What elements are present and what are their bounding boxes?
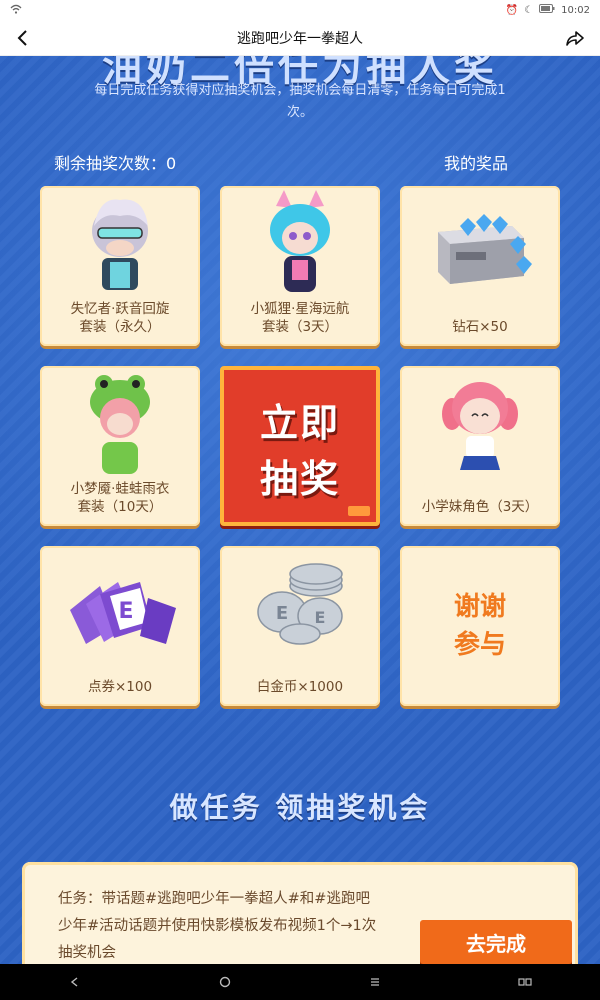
svg-text:E: E	[315, 608, 326, 627]
prize-label: 点券×100	[87, 679, 153, 695]
prize-card: 失忆者·跃音回旋 套装（永久）	[40, 186, 200, 346]
prize-card: E 点券×100	[40, 546, 200, 706]
task-description: 任务：带话题#逃跑吧少年一拳超人#和#逃跑吧少年#活动话题并使用快影模板发布视频…	[58, 891, 377, 961]
prize-card: 钻石×50	[400, 186, 560, 346]
platinum-coin-icon: E E	[220, 546, 380, 661]
task-card: 任务：带话题#逃跑吧少年一拳超人#和#逃跑吧少年#活动话题并使用快影模板发布视频…	[22, 862, 578, 964]
prize-card: 小狐狸·星海远航 套装（3天）	[220, 186, 380, 346]
back-icon[interactable]	[55, 964, 95, 1000]
alarm-icon: ⏰	[505, 4, 519, 16]
prize-card: E E 白金币×1000	[220, 546, 380, 706]
status-time: 10:02	[561, 4, 590, 16]
prize-label: 失忆者·跃音回旋 套装（永久）	[70, 301, 170, 335]
remaining-draws: 剩余抽奖次数：0	[54, 150, 176, 174]
prize-card: 小学妹角色（3天）	[400, 366, 560, 526]
nav-bar: 逃跑吧少年一拳超人	[0, 20, 600, 56]
prize-card: 小梦魇·蛙蛙雨衣 套装（10天）	[40, 366, 200, 526]
draw-now-button[interactable]: 立即 抽奖	[220, 366, 380, 526]
status-bar: ⏰ ☾ 10:02	[0, 0, 600, 20]
svg-text:E: E	[276, 603, 288, 624]
banner-description: 每日完成任务获得对应抽奖机会，抽奖机会每日清零，任务每日可完成1次。	[94, 83, 506, 120]
back-arrow-icon[interactable]	[12, 27, 34, 49]
diamond-box-icon	[400, 186, 560, 301]
remaining-label: 剩余抽奖次数：	[54, 154, 167, 173]
main-content: 油奶二倍任为抽人奖 每日完成任务获得对应抽奖机会，抽奖机会每日清零，任务每日可完…	[0, 56, 600, 964]
task-section-title: 做任务 领抽奖机会	[169, 791, 431, 824]
home-icon[interactable]	[205, 964, 245, 1000]
complete-task-button[interactable]: 去完成	[420, 920, 572, 964]
draw-badge-icon	[348, 506, 370, 516]
character-avatar-icon	[400, 366, 560, 481]
thanks-line: 参与	[453, 630, 506, 660]
my-prizes-link[interactable]: 我的奖品	[444, 150, 508, 174]
recent-apps-icon[interactable]	[505, 964, 545, 1000]
svg-text:E: E	[118, 599, 133, 624]
prize-label: 白金币×1000	[256, 679, 344, 695]
thanks-card: 谢谢 参与	[400, 546, 560, 706]
moon-icon: ☾	[524, 4, 534, 16]
thanks-line: 谢谢	[453, 592, 506, 622]
prize-label: 钻石×50	[452, 319, 508, 335]
character-avatar-icon	[220, 186, 380, 301]
prize-label: 小梦魇·蛙蛙雨衣 套装（10天）	[70, 481, 170, 515]
wifi-icon	[10, 4, 22, 17]
remaining-count: 0	[166, 154, 177, 173]
character-avatar-icon	[40, 366, 200, 481]
prize-label: 小学妹角色（3天）	[421, 499, 539, 515]
menu-icon[interactable]	[355, 964, 395, 1000]
page-title: 逃跑吧少年一拳超人	[237, 30, 363, 47]
character-avatar-icon	[40, 186, 200, 301]
ticket-card-icon: E	[40, 546, 200, 661]
share-icon[interactable]	[564, 27, 586, 49]
battery-icon	[539, 4, 555, 16]
prize-label: 小狐狸·星海远航 套装（3天）	[250, 301, 350, 335]
system-nav-bar	[0, 964, 600, 1000]
